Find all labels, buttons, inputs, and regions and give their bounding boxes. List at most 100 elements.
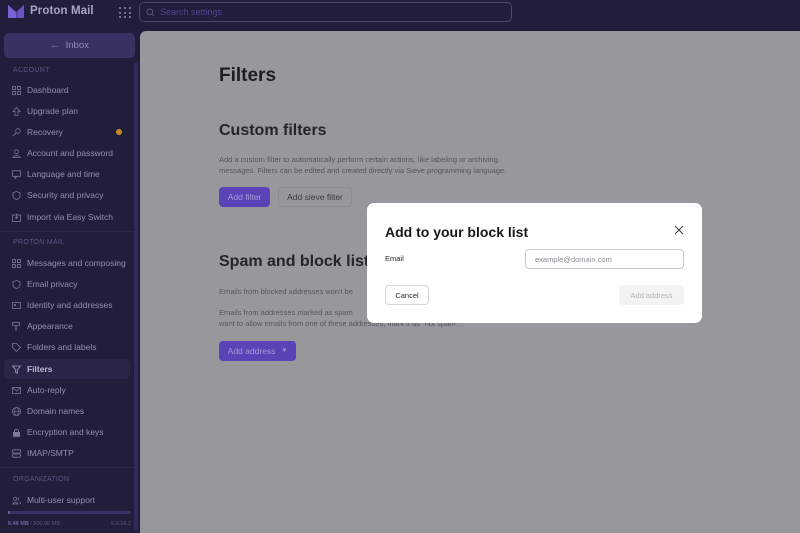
users-icon — [12, 496, 21, 504]
settings-sidebar: ← Inbox ACCOUNT Dashboard Upgrade plan R… — [0, 31, 138, 533]
filter-icon — [12, 365, 21, 374]
caret-down-icon: ▼ — [281, 348, 288, 354]
apps-grid-dot — [124, 7, 126, 9]
apps-grid-dot — [129, 7, 131, 9]
add-sieve-filter-button[interactable]: Add sieve filter — [278, 187, 352, 207]
tag-icon — [12, 342, 21, 352]
sidebar-item-label: Auto-reply — [27, 385, 66, 395]
search-input[interactable] — [160, 7, 490, 17]
sidebar-item-import-via-easy-switch[interactable]: Import via Easy Switch — [4, 207, 130, 227]
sidebar-item-recovery[interactable]: Recovery — [4, 122, 130, 142]
sidebar-item-label: Account and password — [27, 148, 113, 158]
grid-icon — [12, 85, 21, 95]
sidebar-item-label: Recovery — [27, 127, 63, 137]
notification-dot — [116, 129, 122, 135]
app-version: 5.0.16.2 — [111, 521, 131, 527]
sidebar-item-filters[interactable]: Filters — [4, 359, 130, 379]
custom-filters-description: Add a custom filter to automatically per… — [219, 154, 506, 176]
sidebar-item-email-privacy[interactable]: Email privacy — [4, 274, 130, 294]
section-title-organization: ORGANIZATION — [13, 476, 70, 483]
description-line: messages. Filters can be edited and crea… — [219, 166, 507, 175]
search-settings-field[interactable] — [139, 2, 512, 22]
sidebar-item-label: Upgrade plan — [27, 106, 79, 116]
storage-total: 500.00 MB — [33, 521, 60, 527]
top-bar: Proton Mail — [0, 0, 800, 31]
close-icon[interactable] — [673, 224, 685, 236]
spam-block-line: Emails from blocked addresses won't be — [219, 287, 353, 296]
storage-usage-bar — [8, 511, 131, 514]
user-icon — [12, 148, 21, 158]
paint-roller-icon — [12, 321, 20, 330]
sidebar-item-label: Domain names — [27, 406, 85, 416]
proton-mail-logo[interactable]: Proton Mail — [8, 4, 94, 18]
sidebar-item-identity-and-addresses[interactable]: Identity and addresses — [4, 295, 130, 315]
sidebar-divider — [0, 467, 134, 468]
sidebar-item-label: Appearance — [27, 321, 73, 331]
back-to-inbox-button[interactable]: ← Inbox — [4, 33, 135, 58]
sidebar-item-label: Security and privacy — [27, 190, 104, 200]
card-icon — [12, 301, 21, 309]
email-label: Email — [385, 254, 404, 263]
shield-icon — [12, 190, 21, 200]
sidebar-item-dashboard[interactable]: Dashboard — [4, 80, 130, 100]
inbox-label: Inbox — [65, 40, 89, 51]
arrow-left-icon: ← — [50, 40, 60, 51]
sidebar-item-account-and-password[interactable]: Account and password — [4, 143, 130, 163]
sidebar-item-domain-names[interactable]: Domain names — [4, 401, 130, 421]
app-switcher-button[interactable] — [117, 5, 133, 21]
storage-used: 6.48 MB — [8, 521, 29, 527]
key-icon — [12, 127, 21, 136]
sidebar-item-auto-reply[interactable]: Auto-reply — [4, 380, 130, 400]
email-input[interactable] — [525, 249, 684, 269]
add-address-submit-button[interactable]: Add address — [619, 285, 684, 305]
apps-grid-dot — [129, 11, 131, 14]
section-title-proton-mail: PROTON MAIL — [13, 239, 65, 246]
add-filter-button[interactable]: Add filter — [219, 187, 270, 207]
apps-grid-dot — [129, 16, 131, 19]
sidebar-item-label: Dashboard — [27, 85, 69, 95]
sidebar-item-security-and-privacy[interactable]: Security and privacy — [4, 185, 130, 205]
app-name: Proton Mail — [30, 5, 94, 17]
cancel-button[interactable]: Cancel — [385, 285, 429, 305]
sidebar-divider — [0, 231, 134, 232]
lock-icon — [13, 428, 20, 437]
sidebar-item-label: Identity and addresses — [27, 300, 113, 310]
sidebar-item-language-and-time[interactable]: Language and time — [4, 164, 130, 184]
sidebar-item-label: IMAP/SMTP — [27, 448, 74, 458]
sidebar-item-encryption-and-keys[interactable]: Encryption and keys — [4, 422, 130, 442]
spam-block-list-heading: Spam and block list — [219, 253, 370, 270]
apps-grid-icon — [119, 7, 121, 9]
page-title: Filters — [219, 65, 277, 86]
sidebar-item-label: Filters — [27, 364, 53, 374]
apps-grid-dot — [124, 16, 126, 19]
language-icon — [12, 169, 21, 179]
sidebar-item-upgrade-plan[interactable]: Upgrade plan — [4, 101, 130, 121]
add-address-label: Add address — [227, 346, 276, 356]
storage-usage-text: 6.48 MB / 500.00 MB — [8, 521, 60, 527]
modal-title: Add to your block list — [385, 224, 529, 240]
apps-grid-dot — [119, 11, 121, 14]
section-title-account: ACCOUNT — [13, 67, 50, 74]
sidebar-item-label: Messages and composing — [27, 258, 126, 268]
storage-usage-fill — [8, 511, 11, 514]
description-line: Add a custom filter to automatically per… — [219, 155, 498, 164]
sidebar-item-label: Import via Easy Switch — [27, 212, 113, 222]
proton-logo-icon — [8, 5, 24, 18]
sidebar-item-messages-and-composing[interactable]: Messages and composing — [4, 253, 130, 273]
servers-icon — [12, 448, 21, 458]
envelope-icon — [12, 386, 21, 394]
sidebar-item-folders-and-labels[interactable]: Folders and labels — [4, 337, 130, 357]
sidebar-item-label: Multi-user support — [27, 495, 96, 505]
shield-icon — [12, 279, 21, 289]
sidebar-item-label: Encryption and keys — [27, 427, 104, 437]
sidebar-item-multi-user-support[interactable]: Multi-user support — [4, 490, 130, 510]
sidebar-item-label: Language and time — [27, 169, 100, 179]
sidebar-item-appearance[interactable]: Appearance — [4, 316, 130, 336]
add-address-dropdown-button[interactable]: Add address ▼ — [219, 341, 296, 361]
arrow-up-icon — [12, 106, 21, 116]
globe-icon — [12, 406, 21, 416]
add-to-block-list-modal: Add to your block list Email Cancel Add … — [367, 203, 702, 323]
sidebar-scrollbar-thumb[interactable] — [134, 63, 138, 528]
apps-grid-dot — [119, 16, 121, 19]
sidebar-item-imap-smtp[interactable]: IMAP/SMTP — [4, 443, 130, 463]
